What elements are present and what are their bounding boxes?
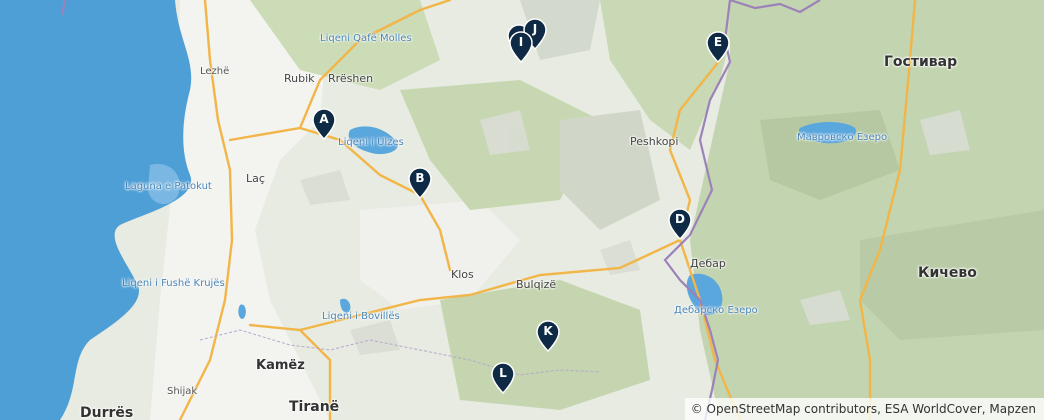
place-label-tirane: Tiranë <box>289 399 340 415</box>
place-label-kamez: Kamëz <box>256 358 305 373</box>
marker-label: L <box>499 366 507 380</box>
map-attribution[interactable]: © OpenStreetMap contributors, ESA WorldC… <box>684 398 1044 420</box>
lake-label-fushe-krujes: Liqeni i Fushë Krujës <box>122 278 225 289</box>
lake-label-mavrovsko: Мавровско Езеро <box>797 132 888 143</box>
place-label-klos: Klos <box>451 268 474 281</box>
marker-label: D <box>675 212 685 226</box>
lake-label-ulzes: Liqeni i Ulzes <box>338 137 404 148</box>
place-label-durres: Durrës <box>80 405 134 420</box>
map-marker-e[interactable]: E <box>706 31 730 63</box>
place-label-kichevo: Кичево <box>918 265 977 281</box>
map-view[interactable]: Lezhë Rubik Rrëshen Liqeni Qafë Molles L… <box>0 0 1044 420</box>
map-marker-b[interactable]: B <box>408 167 432 199</box>
marker-label: A <box>319 112 329 126</box>
lagoon-label-patokut: Laguna e Patokut <box>125 181 212 192</box>
place-label-gostivar: Гостивар <box>884 54 958 70</box>
marker-label: E <box>713 35 723 49</box>
marker-label: I <box>518 35 524 49</box>
place-label-shijak: Shijak <box>167 386 198 397</box>
map-marker-d[interactable]: D <box>668 208 692 240</box>
place-label-bulqize: Bulqizë <box>516 278 557 291</box>
map-marker-l[interactable]: L <box>491 362 515 394</box>
marker-label: B <box>415 171 425 185</box>
place-label-rreshen: Rrëshen <box>328 72 374 85</box>
place-label-lac: Laç <box>246 172 265 185</box>
place-label-lezhe: Lezhë <box>200 66 230 77</box>
map-marker-k[interactable]: K <box>536 320 560 352</box>
place-label-debar: Дебар <box>690 257 726 270</box>
map-marker-i[interactable]: I <box>509 31 533 63</box>
place-label-peshkopi: Peshkopi <box>630 135 679 148</box>
place-label-rubik: Rubik <box>284 72 315 85</box>
marker-label: K <box>543 324 553 338</box>
lake-label-qafe-molles: Liqeni Qafë Molles <box>320 33 412 44</box>
lake-label-debarsko: Дебарско Езеро <box>674 305 758 316</box>
map-marker-a[interactable]: A <box>312 108 336 140</box>
lake-label-bovilles: Liqeni i Bovillës <box>322 311 400 322</box>
